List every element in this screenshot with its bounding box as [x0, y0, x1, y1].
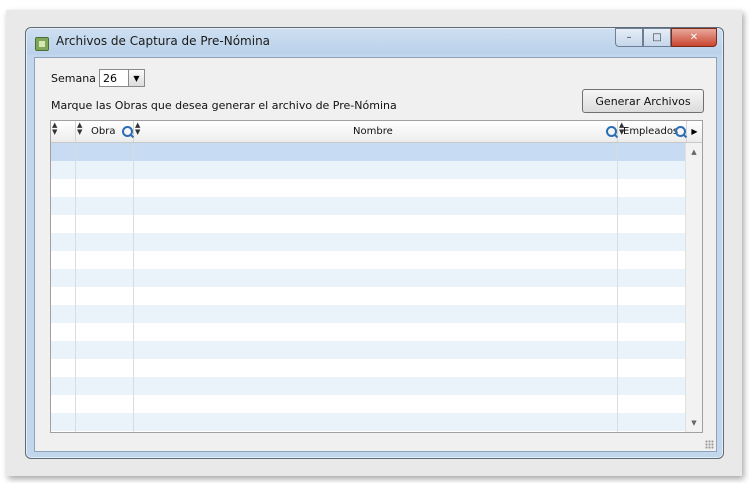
sort-icon: ▲ ▼ [52, 121, 58, 136]
scroll-right-icon[interactable]: ▶ [687, 121, 702, 142]
table-row[interactable] [51, 233, 687, 251]
table-row[interactable] [51, 341, 687, 359]
scroll-down-icon[interactable]: ▼ [686, 416, 702, 430]
search-icon[interactable] [606, 126, 617, 137]
column-divider [75, 143, 76, 432]
grid-rows [51, 143, 687, 432]
semana-value: 26 [103, 72, 117, 85]
table-row[interactable] [51, 377, 687, 395]
vertical-scrollbar[interactable]: ▲ ▼ [685, 143, 702, 432]
grid-header: ▲ ▼ ▲ ▼ Obra ▲ ▼ Nombre ▲ ▼ Empleados ▶ [51, 121, 702, 143]
column-divider [617, 143, 618, 432]
sort-icon: ▲ ▼ [77, 121, 83, 136]
sort-icon: ▲ ▼ [135, 121, 141, 136]
app-window: Archivos de Captura de Pre-Nómina – □ ✕ … [25, 27, 724, 459]
minimize-button[interactable]: – [615, 28, 643, 47]
table-row[interactable] [51, 287, 687, 305]
close-button[interactable]: ✕ [671, 28, 717, 47]
table-row[interactable] [51, 143, 687, 161]
table-row[interactable] [51, 269, 687, 287]
table-row[interactable] [51, 161, 687, 179]
table-row[interactable] [51, 395, 687, 413]
maximize-button[interactable]: □ [643, 28, 671, 47]
column-header-obra[interactable]: ▲ ▼ Obra [76, 121, 134, 142]
table-row[interactable] [51, 179, 687, 197]
table-row[interactable] [51, 215, 687, 233]
search-icon[interactable] [675, 126, 686, 137]
table-row[interactable] [51, 197, 687, 215]
scroll-up-icon[interactable]: ▲ [686, 145, 702, 159]
window-title: Archivos de Captura de Pre-Nómina [56, 34, 271, 48]
table-row[interactable] [51, 323, 687, 341]
semana-select[interactable]: 26 ▼ [99, 69, 145, 87]
column-divider [133, 143, 134, 432]
search-icon[interactable] [122, 126, 133, 137]
table-row[interactable] [51, 251, 687, 269]
table-row[interactable] [51, 305, 687, 323]
chevron-down-icon[interactable]: ▼ [128, 70, 144, 86]
column-header-empleados[interactable]: ▲ ▼ Empleados [618, 121, 687, 142]
semana-label: Semana [51, 72, 96, 85]
table-row[interactable] [51, 413, 687, 431]
column-header-nombre[interactable]: ▲ ▼ Nombre [134, 121, 618, 142]
obras-grid[interactable]: ▲ ▼ ▲ ▼ Obra ▲ ▼ Nombre ▲ ▼ Empleados ▶ … [50, 120, 703, 433]
caption-buttons: – □ ✕ [615, 28, 717, 47]
table-row[interactable] [51, 359, 687, 377]
generar-archivos-button[interactable]: Generar Archivos [582, 89, 704, 113]
client-area: Semana 26 ▼ Marque las Obras que desea g… [34, 57, 717, 452]
resize-grip[interactable] [705, 440, 714, 449]
column-header-check[interactable]: ▲ ▼ [51, 121, 76, 142]
form-icon [35, 37, 49, 51]
title-bar[interactable]: Archivos de Captura de Pre-Nómina – □ ✕ [26, 28, 723, 56]
instruction-text: Marque las Obras que desea generar el ar… [51, 99, 397, 112]
